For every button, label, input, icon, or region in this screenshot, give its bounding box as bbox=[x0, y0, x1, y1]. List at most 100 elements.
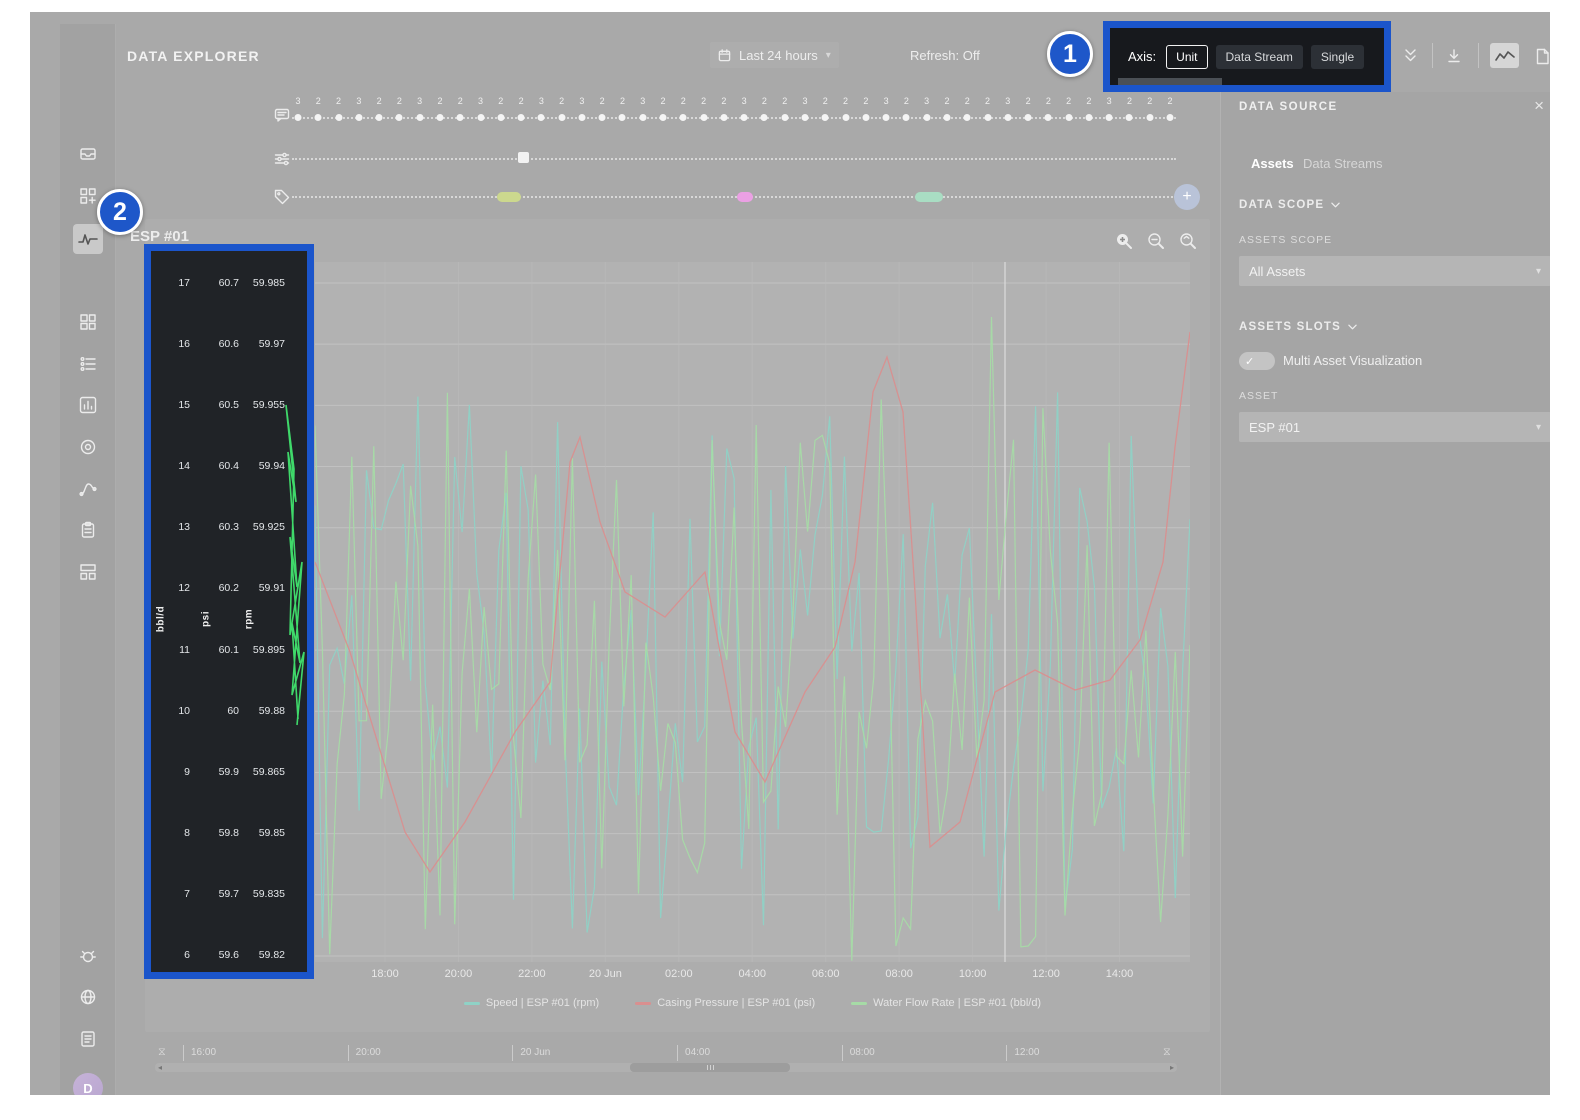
zoom-reset-button[interactable] bbox=[1179, 232, 1197, 255]
y-tick-rpm: 59.91 bbox=[246, 582, 285, 594]
event-dot[interactable] bbox=[1025, 114, 1032, 121]
event-dot[interactable] bbox=[1126, 114, 1133, 121]
event-dot[interactable] bbox=[984, 114, 991, 121]
tab-data-streams[interactable]: Data Streams bbox=[1303, 156, 1382, 171]
event-dot[interactable] bbox=[660, 114, 667, 121]
assets-scope-value: All Assets bbox=[1249, 264, 1305, 279]
sidebar-item-analytics[interactable] bbox=[79, 396, 97, 414]
event-dot[interactable] bbox=[781, 114, 788, 121]
tags-row-icon[interactable] bbox=[274, 189, 290, 210]
settings-row-icon[interactable] bbox=[274, 151, 290, 172]
event-dot[interactable] bbox=[802, 114, 809, 121]
legend-item[interactable]: Water Flow Rate | ESP #01 (bbl/d) bbox=[851, 997, 1041, 1009]
legend-item[interactable]: Casing Pressure | ESP #01 (psi) bbox=[635, 997, 815, 1009]
event-dot[interactable] bbox=[457, 114, 464, 121]
annotations-row-icon[interactable] bbox=[274, 107, 290, 128]
event-dot[interactable] bbox=[700, 114, 707, 121]
collapse-all-button[interactable] bbox=[1398, 44, 1422, 68]
scrollbar-handle[interactable] bbox=[630, 1063, 790, 1072]
data-scope-header[interactable]: DATA SCOPE bbox=[1239, 199, 1340, 211]
event-dot[interactable] bbox=[1004, 114, 1011, 121]
event-dot[interactable] bbox=[599, 114, 606, 121]
timeline-marker[interactable] bbox=[518, 152, 529, 163]
event-dot[interactable] bbox=[639, 114, 646, 121]
event-dot[interactable] bbox=[741, 114, 748, 121]
sidebar-item-apps[interactable] bbox=[79, 187, 97, 205]
event-dot[interactable] bbox=[355, 114, 362, 121]
tag-pill[interactable] bbox=[737, 192, 753, 202]
assets-slots-header[interactable]: ASSETS SLOTS bbox=[1239, 321, 1357, 333]
event-dot[interactable] bbox=[315, 114, 322, 121]
sidebar-item-monitoring[interactable] bbox=[79, 438, 97, 456]
event-dot[interactable] bbox=[376, 114, 383, 121]
event-dot[interactable] bbox=[436, 114, 443, 121]
sidebar-item-workflows[interactable] bbox=[79, 480, 97, 498]
y-axis-unit-bbld: bbl/d bbox=[156, 606, 167, 632]
event-dot[interactable] bbox=[396, 114, 403, 121]
time-range-dropdown[interactable]: Last 24 hours ▾ bbox=[710, 42, 839, 68]
sidebar-item-docs[interactable] bbox=[79, 1030, 97, 1048]
refresh-status[interactable]: Refresh: Off bbox=[910, 48, 980, 63]
event-dot[interactable] bbox=[477, 114, 484, 121]
axis-option-unit[interactable]: Unit bbox=[1166, 45, 1207, 69]
scroll-left-arrow[interactable]: ◂ bbox=[158, 1063, 162, 1072]
event-dot[interactable] bbox=[578, 114, 585, 121]
event-count: 2 bbox=[701, 96, 706, 106]
axis-option-single[interactable]: Single bbox=[1311, 45, 1364, 69]
sidebar-item-globe[interactable] bbox=[79, 988, 97, 1006]
close-icon[interactable]: × bbox=[1534, 96, 1544, 116]
event-dot[interactable] bbox=[923, 114, 930, 121]
download-icon bbox=[1446, 48, 1462, 64]
zoom-out-button[interactable] bbox=[1147, 232, 1165, 255]
event-dot[interactable] bbox=[883, 114, 890, 121]
event-dot[interactable] bbox=[943, 114, 950, 121]
sidebar-item-debug[interactable] bbox=[79, 947, 97, 965]
event-dot[interactable] bbox=[862, 114, 869, 121]
event-dot[interactable] bbox=[538, 114, 545, 121]
event-dot[interactable] bbox=[295, 114, 302, 121]
event-dot[interactable] bbox=[558, 114, 565, 121]
multi-asset-toggle[interactable]: ✓ bbox=[1239, 352, 1275, 370]
sidebar-item-reports[interactable] bbox=[79, 521, 97, 539]
download-button[interactable] bbox=[1442, 44, 1466, 68]
sidebar-item-tiles[interactable] bbox=[79, 563, 97, 581]
chart-canvas[interactable] bbox=[315, 262, 1190, 962]
event-dot[interactable] bbox=[416, 114, 423, 121]
event-dot[interactable] bbox=[1045, 114, 1052, 121]
user-avatar[interactable]: D bbox=[73, 1073, 103, 1095]
sidebar-item-assets[interactable] bbox=[79, 145, 97, 163]
asset-value: ESP #01 bbox=[1249, 420, 1300, 435]
event-dot[interactable] bbox=[1146, 114, 1153, 121]
tab-assets[interactable]: Assets bbox=[1251, 156, 1294, 171]
event-dot[interactable] bbox=[964, 114, 971, 121]
sidebar-item-dashboards[interactable] bbox=[79, 313, 97, 331]
event-dot[interactable] bbox=[518, 114, 525, 121]
event-dot[interactable] bbox=[1065, 114, 1072, 121]
assets-scope-dropdown[interactable]: All Assets ▾ bbox=[1239, 256, 1550, 286]
zoom-in-button[interactable] bbox=[1115, 232, 1133, 255]
event-dot[interactable] bbox=[1167, 114, 1174, 121]
chart-view-toggle[interactable] bbox=[1490, 43, 1519, 68]
horizontal-scrollbar[interactable]: ◂ ▸ bbox=[155, 1063, 1177, 1072]
event-dot[interactable] bbox=[720, 114, 727, 121]
axis-option-data-stream[interactable]: Data Stream bbox=[1216, 45, 1303, 69]
tag-pill[interactable] bbox=[915, 192, 943, 202]
scroll-right-arrow[interactable]: ▸ bbox=[1170, 1063, 1174, 1072]
event-dot[interactable] bbox=[822, 114, 829, 121]
event-dot[interactable] bbox=[1085, 114, 1092, 121]
asset-dropdown[interactable]: ESP #01 ▾ bbox=[1239, 412, 1550, 442]
event-dot[interactable] bbox=[842, 114, 849, 121]
event-dot[interactable] bbox=[903, 114, 910, 121]
sidebar-item-streams[interactable] bbox=[79, 355, 97, 373]
event-dot[interactable] bbox=[335, 114, 342, 121]
sidebar-item-data-explorer-active[interactable] bbox=[73, 224, 103, 254]
event-dot[interactable] bbox=[761, 114, 768, 121]
event-dot[interactable] bbox=[680, 114, 687, 121]
legend-item[interactable]: Speed | ESP #01 (rpm) bbox=[464, 997, 599, 1009]
tag-pill[interactable] bbox=[497, 192, 521, 202]
event-dot[interactable] bbox=[497, 114, 504, 121]
event-dot[interactable] bbox=[619, 114, 626, 121]
add-annotation-button[interactable]: + bbox=[1174, 184, 1200, 210]
event-dot[interactable] bbox=[1106, 114, 1113, 121]
report-button[interactable] bbox=[1530, 44, 1550, 68]
